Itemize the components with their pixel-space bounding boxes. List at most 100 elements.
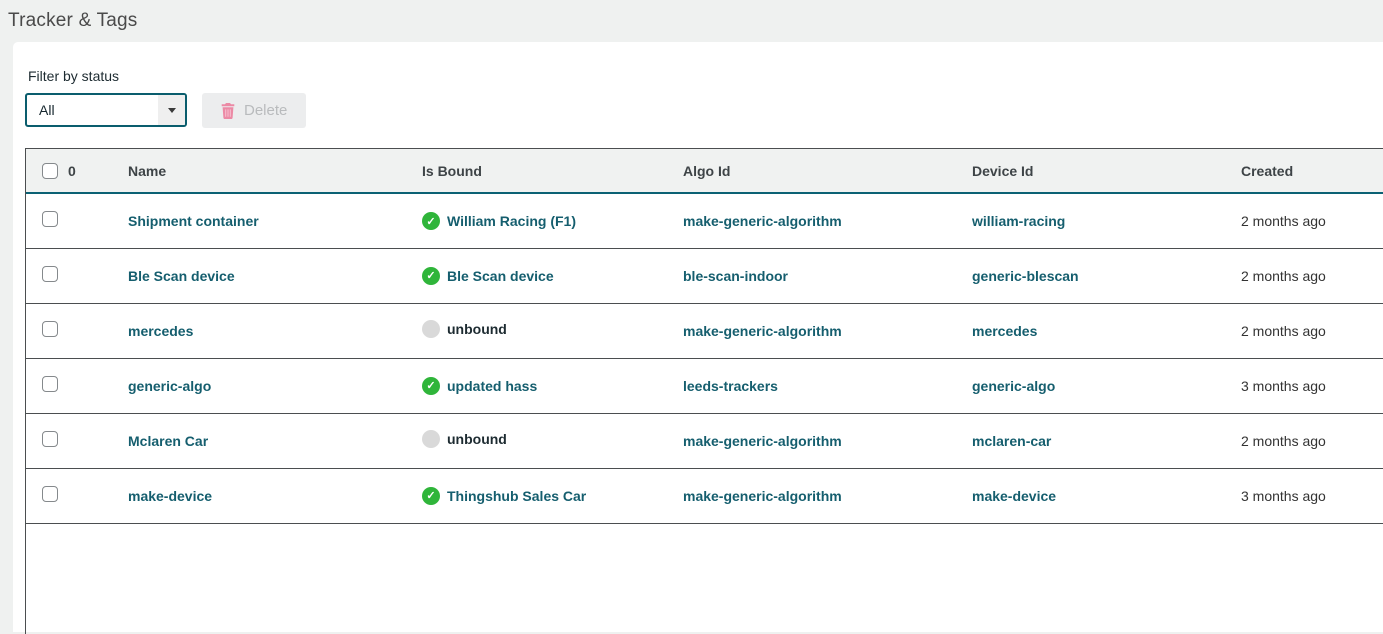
table-row: make-device ✓ Thingshub Sales Car make-g… [26, 468, 1383, 523]
selected-count: 0 [68, 163, 76, 179]
table-header: 0 Name Is Bound Algo Id Device Id Create… [26, 149, 1383, 193]
device-id-cell: generic-algo [958, 358, 1227, 413]
device-id-link[interactable]: generic-algo [972, 378, 1055, 394]
algo-id-cell: make-generic-algorithm [669, 303, 958, 358]
algo-id-cell: ble-scan-indoor [669, 248, 958, 303]
filter-by-status-label: Filter by status [28, 68, 1383, 84]
tracker-name-link[interactable]: make-device [128, 488, 212, 504]
name-cell: Ble Scan device [114, 248, 408, 303]
algo-id-cell: make-generic-algorithm [669, 468, 958, 523]
top-bar: Tracker & Tags [0, 0, 1383, 42]
created-text: 2 months ago [1241, 323, 1326, 339]
bound-label[interactable]: William Racing (F1) [447, 213, 576, 229]
bound-status-icon [422, 320, 440, 338]
device-id-link[interactable]: mclaren-car [972, 433, 1051, 449]
tracker-name-link[interactable]: Ble Scan device [128, 268, 235, 284]
table-row: generic-algo ✓ updated hass leeds-tracke… [26, 358, 1383, 413]
select-arrow-zone[interactable] [158, 95, 185, 125]
bound-status-icon: ✓ [422, 377, 440, 395]
device-id-link[interactable]: mercedes [972, 323, 1037, 339]
column-header-device-id: Device Id [958, 149, 1227, 193]
row-checkbox[interactable] [42, 266, 58, 282]
algo-id-link[interactable]: make-generic-algorithm [683, 323, 842, 339]
row-checkbox-cell [26, 248, 114, 303]
tracker-name-link[interactable]: Mclaren Car [128, 433, 208, 449]
row-checkbox-cell [26, 413, 114, 468]
is-bound-cell: ✓ Ble Scan device [408, 248, 669, 303]
created-text: 2 months ago [1241, 213, 1326, 229]
created-cell: 2 months ago [1227, 303, 1383, 358]
table-body: Shipment container ✓ William Racing (F1)… [26, 193, 1383, 523]
select-all-checkbox[interactable] [42, 163, 58, 179]
device-id-link[interactable]: william-racing [972, 213, 1065, 229]
device-id-cell: generic-blescan [958, 248, 1227, 303]
device-id-link[interactable]: generic-blescan [972, 268, 1079, 284]
is-bound-cell: ✓ updated hass [408, 358, 669, 413]
algo-id-link[interactable]: leeds-trackers [683, 378, 778, 394]
trackers-table: 0 Name Is Bound Algo Id Device Id Create… [26, 149, 1383, 524]
table-row: Shipment container ✓ William Racing (F1)… [26, 193, 1383, 248]
tracker-name-link[interactable]: mercedes [128, 323, 193, 339]
algo-id-link[interactable]: make-generic-algorithm [683, 213, 842, 229]
table-row: Ble Scan device ✓ Ble Scan device ble-sc… [26, 248, 1383, 303]
row-checkbox-cell [26, 468, 114, 523]
row-checkbox[interactable] [42, 486, 58, 502]
bound-status-icon: ✓ [422, 267, 440, 285]
created-cell: 3 months ago [1227, 358, 1383, 413]
row-checkbox[interactable] [42, 211, 58, 227]
is-bound-cell: unbound [408, 303, 669, 358]
name-cell: Shipment container [114, 193, 408, 248]
column-header-name: Name [114, 149, 408, 193]
bound-label[interactable]: Ble Scan device [447, 268, 554, 284]
device-id-link[interactable]: make-device [972, 488, 1056, 504]
status-filter-select[interactable]: All [25, 93, 187, 127]
algo-id-cell: make-generic-algorithm [669, 193, 958, 248]
select-all-header-cell: 0 [26, 149, 114, 193]
page-title: Tracker & Tags [8, 10, 138, 32]
row-checkbox-cell [26, 193, 114, 248]
created-text: 2 months ago [1241, 433, 1326, 449]
name-cell: Mclaren Car [114, 413, 408, 468]
created-cell: 2 months ago [1227, 193, 1383, 248]
bound-label[interactable]: updated hass [447, 378, 537, 394]
caret-down-icon [168, 108, 176, 113]
row-checkbox[interactable] [42, 376, 58, 392]
table-row: mercedes unbound make-generic-algorithm … [26, 303, 1383, 358]
name-cell: make-device [114, 468, 408, 523]
algo-id-link[interactable]: ble-scan-indoor [683, 268, 788, 284]
row-checkbox-cell [26, 358, 114, 413]
bound-label[interactable]: Thingshub Sales Car [447, 488, 586, 504]
device-id-cell: william-racing [958, 193, 1227, 248]
bound-status-icon [422, 430, 440, 448]
bound-label: unbound [447, 431, 507, 447]
trash-icon [221, 103, 235, 119]
status-filter-selected-value: All [27, 95, 158, 125]
column-header-is-bound: Is Bound [408, 149, 669, 193]
algo-id-cell: leeds-trackers [669, 358, 958, 413]
row-checkbox-cell [26, 303, 114, 358]
row-checkbox[interactable] [42, 431, 58, 447]
name-cell: mercedes [114, 303, 408, 358]
toolbar: All Delete [25, 93, 1383, 128]
device-id-cell: mercedes [958, 303, 1227, 358]
created-text: 2 months ago [1241, 268, 1326, 284]
device-id-cell: mclaren-car [958, 413, 1227, 468]
algo-id-link[interactable]: make-generic-algorithm [683, 488, 842, 504]
delete-button[interactable]: Delete [202, 93, 306, 128]
tracker-name-link[interactable]: Shipment container [128, 213, 259, 229]
tracker-name-link[interactable]: generic-algo [128, 378, 211, 394]
table-row: Mclaren Car unbound make-generic-algorit… [26, 413, 1383, 468]
bound-status-icon: ✓ [422, 487, 440, 505]
column-header-algo-id: Algo Id [669, 149, 958, 193]
trackers-table-container: 0 Name Is Bound Algo Id Device Id Create… [25, 148, 1383, 634]
created-text: 3 months ago [1241, 378, 1326, 394]
algo-id-link[interactable]: make-generic-algorithm [683, 433, 842, 449]
created-cell: 2 months ago [1227, 248, 1383, 303]
algo-id-cell: make-generic-algorithm [669, 413, 958, 468]
row-checkbox[interactable] [42, 321, 58, 337]
bound-status-icon: ✓ [422, 212, 440, 230]
is-bound-cell: ✓ William Racing (F1) [408, 193, 669, 248]
device-id-cell: make-device [958, 468, 1227, 523]
name-cell: generic-algo [114, 358, 408, 413]
delete-button-label: Delete [244, 102, 287, 119]
